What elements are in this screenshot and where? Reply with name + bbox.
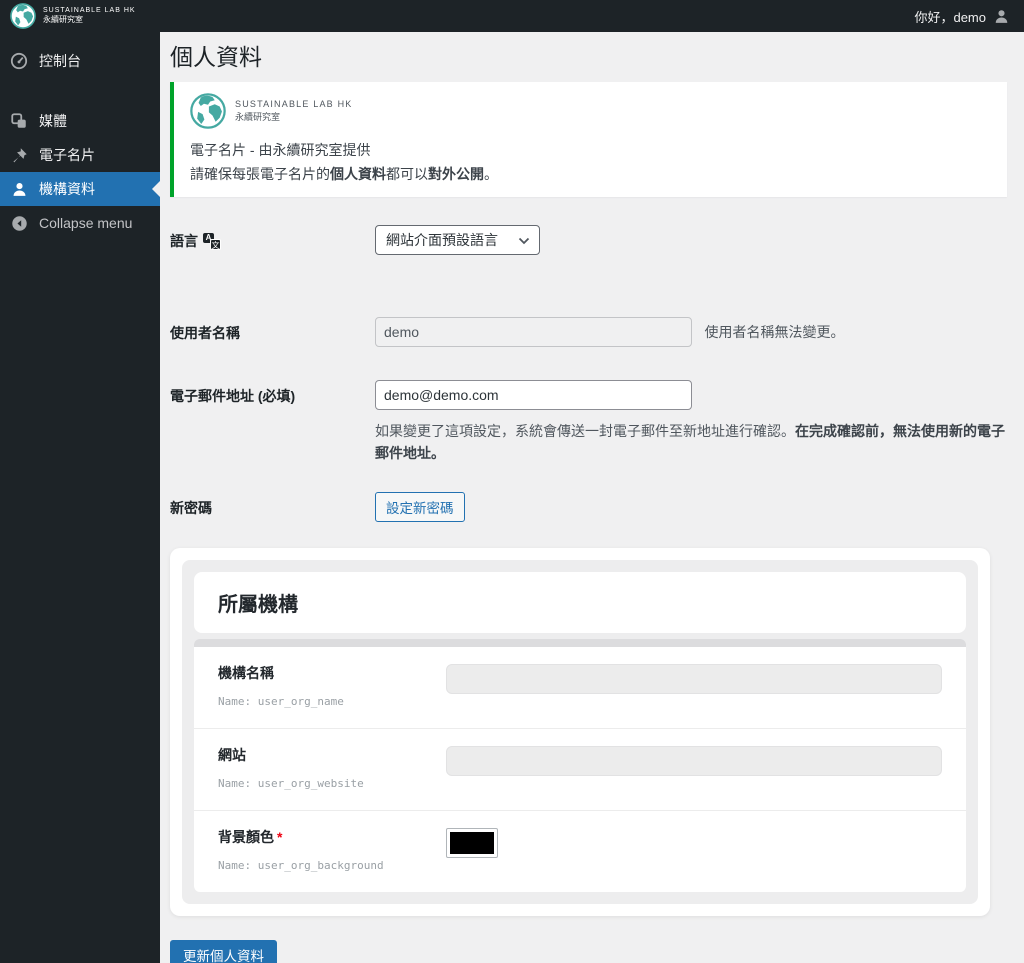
chevron-down-icon xyxy=(518,232,530,248)
organization-header: 所屬機構 xyxy=(194,572,966,633)
org-name-label: 機構名稱 xyxy=(218,665,274,681)
new-password-label: 新密碼 xyxy=(170,500,212,516)
email-row: 電子郵件地址 (必填) 如果變更了這項設定，系統會傳送一封電子郵件至新地址進行確… xyxy=(170,380,1007,464)
notice-line2: 請確保每張電子名片的個人資料都可以對外公開。 xyxy=(190,166,498,182)
notice-line1: 電子名片 - 由永續研究室提供 xyxy=(190,142,371,158)
email-label: 電子郵件地址 (必填) xyxy=(170,388,296,404)
language-row: 語言 A文 網站介面預設語言 xyxy=(170,225,1007,255)
notice-brand-line2: 永續研究室 xyxy=(235,112,281,122)
username-label: 使用者名稱 xyxy=(170,325,240,341)
site-brand[interactable]: SUSTAINABLE LAB HK 永續研究室 xyxy=(10,3,136,29)
admin-sidebar: 控制台 媒體 電子名片 機構資料 Collapse menu xyxy=(0,32,160,963)
sidebar-separator xyxy=(0,78,160,104)
user-icon xyxy=(9,181,29,198)
sidebar-item-label: 機構資料 xyxy=(39,181,95,197)
organization-divider xyxy=(194,639,966,647)
sidebar-item-label: 控制台 xyxy=(39,53,81,69)
username-input xyxy=(375,317,692,347)
notice-brand-line1: SUSTAINABLE LAB HK xyxy=(235,99,353,110)
org-name-field-name: Name: user_org_name xyxy=(218,695,344,708)
email-description: 如果變更了這項設定，系統會傳送一封電子郵件至新地址進行確認。在完成確認前，無法使… xyxy=(375,423,1005,461)
org-row-website: 網站 Name: user_org_website xyxy=(194,728,966,810)
org-name-input xyxy=(446,664,942,694)
update-profile-button[interactable]: 更新個人資料 xyxy=(170,940,277,963)
org-row-background-color: 背景顏色 * Name: user_org_background xyxy=(194,810,966,892)
sidebar-item-label: Collapse menu xyxy=(39,215,133,231)
media-icon xyxy=(9,112,29,130)
org-website-label: 網站 xyxy=(218,747,246,763)
org-website-input xyxy=(446,746,942,776)
sidebar-item-label: 媒體 xyxy=(39,113,67,129)
user-avatar-icon xyxy=(993,8,1010,25)
pushpin-icon xyxy=(9,147,29,164)
page-title: 個人資料 xyxy=(170,44,262,70)
sidebar-item-organization[interactable]: 機構資料 xyxy=(0,172,160,206)
language-selected-value: 網站介面預設語言 xyxy=(386,232,498,248)
sidebar-item-media[interactable]: 媒體 xyxy=(0,104,160,138)
dashboard-icon xyxy=(9,52,29,70)
organization-title: 所屬機構 xyxy=(218,594,298,616)
globe-logo-icon xyxy=(10,3,36,29)
new-password-row: 新密碼 設定新密碼 xyxy=(170,492,1007,522)
sidebar-item-label: 電子名片 xyxy=(39,147,95,163)
plugin-notice: SUSTAINABLE LAB HK 永續研究室 電子名片 - 由永續研究室提供… xyxy=(170,82,1007,197)
required-mark: * xyxy=(277,829,283,845)
color-swatch-fill xyxy=(450,832,494,854)
globe-logo-icon xyxy=(190,93,226,129)
admin-bar: SUSTAINABLE LAB HK 永續研究室 你好，demo xyxy=(0,0,1024,32)
organization-card: 所屬機構 機構名稱 Name: user_org_name 網站 Name: u… xyxy=(170,548,990,916)
language-select[interactable]: 網站介面預設語言 xyxy=(375,225,540,255)
translation-icon: A文 xyxy=(203,232,222,250)
greeting-text: 你好，demo xyxy=(914,9,986,25)
email-input[interactable] xyxy=(375,380,692,410)
sidebar-item-dashboard[interactable]: 控制台 xyxy=(0,44,160,78)
org-background-field-name: Name: user_org_background xyxy=(218,859,384,872)
main-content: 個人資料 SUSTAINABLE LAB HK 永續研究室 電子名片 - 由永續… xyxy=(160,32,1024,963)
background-color-picker[interactable] xyxy=(446,828,498,858)
language-label: 語言 A文 xyxy=(170,225,375,251)
username-description: 使用者名稱無法變更。 xyxy=(704,324,845,340)
set-new-password-button[interactable]: 設定新密碼 xyxy=(375,492,465,522)
brand-line2: 永續研究室 xyxy=(43,15,83,25)
org-row-name: 機構名稱 Name: user_org_name xyxy=(194,647,966,728)
username-row: 使用者名稱 使用者名稱無法變更。 xyxy=(170,317,1007,347)
sidebar-item-business-card[interactable]: 電子名片 xyxy=(0,138,160,172)
sidebar-collapse-menu[interactable]: Collapse menu xyxy=(0,206,160,240)
org-background-label: 背景顏色 * xyxy=(218,829,283,845)
org-website-field-name: Name: user_org_website xyxy=(218,777,364,790)
account-menu[interactable]: 你好，demo xyxy=(914,7,1010,26)
collapse-icon xyxy=(9,215,29,232)
